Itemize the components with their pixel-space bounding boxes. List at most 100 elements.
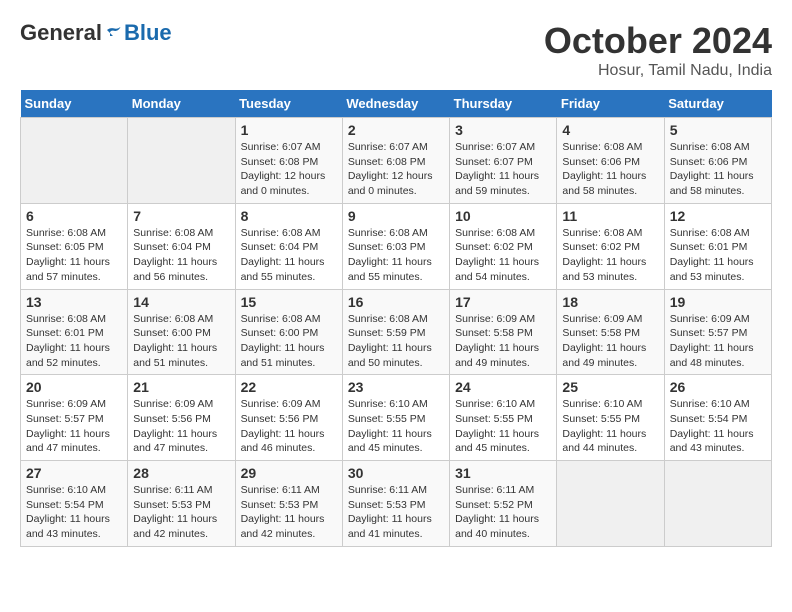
calendar-cell: 2Sunrise: 6:07 AMSunset: 6:08 PMDaylight…: [342, 118, 449, 204]
column-header-thursday: Thursday: [450, 90, 557, 118]
calendar-week-4: 20 Sunrise: 6:09 AMSunset: 5:57 PMDayligh…: [21, 375, 772, 461]
calendar-cell: [557, 461, 664, 547]
day-number: 27: [26, 465, 122, 481]
logo: General Blue: [20, 20, 172, 46]
day-info: Sunrise: 6:08 AMSunset: 6:04 PMDaylight:…: [133, 226, 229, 285]
day-info: Sunrise: 6:08 AMSunset: 6:01 PMDaylight:…: [670, 226, 766, 285]
day-info: Sunrise: 6:10 AMSunset: 5:55 PMDaylight:…: [562, 397, 658, 456]
calendar-table: SundayMondayTuesdayWednesdayThursdayFrid…: [20, 90, 772, 547]
day-number: 22: [241, 379, 337, 395]
day-info: Sunrise: 6:08 AMSunset: 6:06 PMDaylight:…: [670, 140, 766, 199]
calendar-cell: 21Sunrise: 6:09 AMSunset: 5:56 PMDayligh…: [128, 375, 235, 461]
calendar-cell: 27 Sunrise: 6:10 AMSunset: 5:54 PMDayligh…: [21, 461, 128, 547]
calendar-cell: 15Sunrise: 6:08 AMSunset: 6:00 PMDayligh…: [235, 289, 342, 375]
calendar-week-2: 6 Sunrise: 6:08 AMSunset: 6:05 PMDaylight…: [21, 203, 772, 289]
column-header-sunday: Sunday: [21, 90, 128, 118]
day-number: 9: [348, 208, 444, 224]
calendar-cell: [664, 461, 771, 547]
day-info: Sunrise: 6:09 AMSunset: 5:58 PMDaylight:…: [455, 312, 551, 371]
calendar-cell: 10 Sunrise: 6:08 AMSunset: 6:02 PMDayligh…: [450, 203, 557, 289]
day-info: Sunrise: 6:10 AMSunset: 5:55 PMDaylight:…: [348, 397, 444, 456]
day-info: Sunrise: 6:10 AMSunset: 5:54 PMDaylight:…: [26, 483, 122, 542]
day-number: 7: [133, 208, 229, 224]
day-number: 21: [133, 379, 229, 395]
day-info: Sunrise: 6:11 AMSunset: 5:52 PMDaylight:…: [455, 483, 551, 542]
day-info: Sunrise: 6:09 AMSunset: 5:57 PMDaylight:…: [670, 312, 766, 371]
calendar-week-5: 27 Sunrise: 6:10 AMSunset: 5:54 PMDayligh…: [21, 461, 772, 547]
calendar-week-1: 1 Sunrise: 6:07 AMSunset: 6:08 PMDaylight…: [21, 118, 772, 204]
day-number: 31: [455, 465, 551, 481]
calendar-cell: 28 Sunrise: 6:11 AMSunset: 5:53 PMDayligh…: [128, 461, 235, 547]
day-info: Sunrise: 6:08 AMSunset: 6:05 PMDaylight:…: [26, 226, 122, 285]
day-info: Sunrise: 6:09 AMSunset: 5:57 PMDaylight:…: [26, 397, 122, 456]
calendar-cell: 29Sunrise: 6:11 AMSunset: 5:53 PMDayligh…: [235, 461, 342, 547]
day-number: 18: [562, 294, 658, 310]
day-number: 6: [26, 208, 122, 224]
calendar-cell: 31 Sunrise: 6:11 AMSunset: 5:52 PMDayligh…: [450, 461, 557, 547]
day-number: 30: [348, 465, 444, 481]
day-number: 28: [133, 465, 229, 481]
column-header-monday: Monday: [128, 90, 235, 118]
logo-bird-icon: [104, 24, 122, 42]
day-number: 26: [670, 379, 766, 395]
calendar-cell: 8 Sunrise: 6:08 AMSunset: 6:04 PMDaylight…: [235, 203, 342, 289]
calendar-cell: 9 Sunrise: 6:08 AMSunset: 6:03 PMDaylight…: [342, 203, 449, 289]
title-block: October 2024 Hosur, Tamil Nadu, India: [544, 20, 772, 80]
day-number: 1: [241, 122, 337, 138]
calendar-cell: 30 Sunrise: 6:11 AMSunset: 5:53 PMDayligh…: [342, 461, 449, 547]
day-number: 16: [348, 294, 444, 310]
logo-blue-text: Blue: [124, 20, 172, 46]
calendar-cell: 17 Sunrise: 6:09 AMSunset: 5:58 PMDayligh…: [450, 289, 557, 375]
day-number: 3: [455, 122, 551, 138]
calendar-cell: [128, 118, 235, 204]
day-info: Sunrise: 6:11 AMSunset: 5:53 PMDaylight:…: [133, 483, 229, 542]
day-info: Sunrise: 6:09 AMSunset: 5:56 PMDaylight:…: [241, 397, 337, 456]
day-info: Sunrise: 6:11 AMSunset: 5:53 PMDaylight:…: [348, 483, 444, 542]
day-info: Sunrise: 6:08 AMSunset: 6:06 PMDaylight:…: [562, 140, 658, 199]
day-number: 14: [133, 294, 229, 310]
calendar-cell: 20 Sunrise: 6:09 AMSunset: 5:57 PMDayligh…: [21, 375, 128, 461]
page-header: General Blue October 2024 Hosur, Tamil N…: [20, 20, 772, 80]
day-number: 25: [562, 379, 658, 395]
day-info: Sunrise: 6:08 AMSunset: 6:03 PMDaylight:…: [348, 226, 444, 285]
calendar-cell: [21, 118, 128, 204]
day-number: 29: [241, 465, 337, 481]
day-info: Sunrise: 6:08 AMSunset: 6:04 PMDaylight:…: [241, 226, 337, 285]
day-number: 24: [455, 379, 551, 395]
day-number: 11: [562, 208, 658, 224]
day-info: Sunrise: 6:09 AMSunset: 5:58 PMDaylight:…: [562, 312, 658, 371]
calendar-cell: 16Sunrise: 6:08 AMSunset: 5:59 PMDayligh…: [342, 289, 449, 375]
column-header-friday: Friday: [557, 90, 664, 118]
calendar-cell: 25 Sunrise: 6:10 AMSunset: 5:55 PMDayligh…: [557, 375, 664, 461]
day-info: Sunrise: 6:10 AMSunset: 5:54 PMDaylight:…: [670, 397, 766, 456]
calendar-cell: 5Sunrise: 6:08 AMSunset: 6:06 PMDaylight…: [664, 118, 771, 204]
day-number: 8: [241, 208, 337, 224]
day-number: 17: [455, 294, 551, 310]
day-info: Sunrise: 6:07 AMSunset: 6:08 PMDaylight:…: [241, 140, 337, 199]
logo-general-text: General: [20, 20, 102, 46]
calendar-cell: 14 Sunrise: 6:08 AMSunset: 6:00 PMDayligh…: [128, 289, 235, 375]
day-info: Sunrise: 6:08 AMSunset: 6:00 PMDaylight:…: [241, 312, 337, 371]
day-number: 23: [348, 379, 444, 395]
day-number: 10: [455, 208, 551, 224]
month-title: October 2024: [544, 20, 772, 62]
day-info: Sunrise: 6:08 AMSunset: 6:02 PMDaylight:…: [455, 226, 551, 285]
day-number: 13: [26, 294, 122, 310]
calendar-cell: 23 Sunrise: 6:10 AMSunset: 5:55 PMDayligh…: [342, 375, 449, 461]
day-number: 4: [562, 122, 658, 138]
day-info: Sunrise: 6:08 AMSunset: 6:02 PMDaylight:…: [562, 226, 658, 285]
day-info: Sunrise: 6:07 AMSunset: 6:07 PMDaylight:…: [455, 140, 551, 199]
location-text: Hosur, Tamil Nadu, India: [544, 62, 772, 80]
calendar-cell: 3 Sunrise: 6:07 AMSunset: 6:07 PMDaylight…: [450, 118, 557, 204]
calendar-cell: 11 Sunrise: 6:08 AMSunset: 6:02 PMDayligh…: [557, 203, 664, 289]
day-number: 19: [670, 294, 766, 310]
calendar-cell: 19 Sunrise: 6:09 AMSunset: 5:57 PMDayligh…: [664, 289, 771, 375]
calendar-cell: 18 Sunrise: 6:09 AMSunset: 5:58 PMDayligh…: [557, 289, 664, 375]
day-info: Sunrise: 6:08 AMSunset: 6:00 PMDaylight:…: [133, 312, 229, 371]
day-number: 2: [348, 122, 444, 138]
day-number: 20: [26, 379, 122, 395]
column-header-tuesday: Tuesday: [235, 90, 342, 118]
day-number: 12: [670, 208, 766, 224]
day-info: Sunrise: 6:10 AMSunset: 5:55 PMDaylight:…: [455, 397, 551, 456]
calendar-cell: 1 Sunrise: 6:07 AMSunset: 6:08 PMDaylight…: [235, 118, 342, 204]
